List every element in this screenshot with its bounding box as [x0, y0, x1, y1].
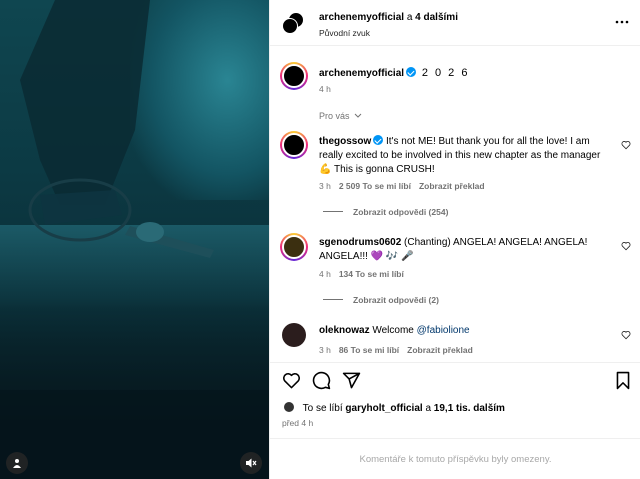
- comment-mention[interactable]: @fabiolione: [417, 325, 470, 336]
- share-icon[interactable]: [342, 371, 361, 390]
- comment-likes[interactable]: 86 To se mi líbí: [339, 345, 399, 355]
- comment-meta: 3 h 2 509 To se mi líbí Zobrazit překlad: [319, 181, 485, 191]
- heart-icon[interactable]: [282, 371, 301, 390]
- comment-author[interactable]: thegossow: [319, 136, 371, 147]
- comment-meta: 3 h 86 To se mi líbí Zobrazit překlad: [319, 345, 473, 355]
- comment-avatar[interactable]: [280, 233, 308, 261]
- caption-text: 2 0 2 6: [421, 67, 470, 79]
- comment-icon[interactable]: [312, 371, 331, 390]
- view-replies[interactable]: Zobrazit odpovědi (254): [323, 207, 448, 217]
- heart-icon[interactable]: [621, 241, 631, 251]
- comment-avatar[interactable]: [282, 323, 306, 347]
- comment-body: thegossow It's not ME! But thank you for…: [319, 135, 609, 177]
- comment-likes[interactable]: 2 509 To se mi líbí: [339, 181, 411, 191]
- liked-by-user[interactable]: garyholt_official: [345, 403, 422, 414]
- header-names: archenemyofficial a 4 dalšími: [319, 12, 458, 23]
- translate-link[interactable]: Zobrazit překlad: [419, 181, 485, 191]
- chevron-down-icon: [354, 113, 362, 118]
- liked-by-prefix: To se líbí: [302, 403, 343, 414]
- caption: archenemyofficial 2 0 2 6: [319, 67, 469, 79]
- comment-body: oleknowaz Welcome @fabiolione: [319, 324, 609, 338]
- caption-avatar[interactable]: [280, 62, 308, 90]
- media-scene: [0, 0, 269, 479]
- more-icon[interactable]: [615, 15, 629, 29]
- user-icon: [13, 459, 21, 468]
- comment-author[interactable]: sgenodrums0602: [319, 237, 401, 248]
- comment-author[interactable]: oleknowaz: [319, 325, 370, 336]
- comment-body: sgenodrums0602 (Chanting) ANGELA! ANGELA…: [319, 236, 609, 264]
- translate-link[interactable]: Zobrazit překlad: [407, 345, 473, 355]
- liked-by: To se líbí garyholt_official a 19,1 tis.…: [284, 402, 505, 414]
- view-replies[interactable]: Zobrazit odpovědi (2): [323, 295, 439, 305]
- comment-meta: 4 h 134 To se mi líbí: [319, 269, 404, 279]
- comment-time: 3 h: [319, 345, 331, 355]
- audio-link[interactable]: Původní zvuk: [319, 28, 370, 38]
- header-others[interactable]: 4 dalšími: [415, 12, 458, 23]
- heart-icon[interactable]: [621, 140, 631, 150]
- for-you-label: Pro vás: [319, 111, 350, 121]
- collab-avatars[interactable]: [282, 12, 304, 34]
- comments-limited-notice: Komentáře k tomuto příspěvku byly omezen…: [270, 438, 640, 479]
- caption-author[interactable]: archenemyofficial: [319, 68, 404, 79]
- post-time: před 4 h: [282, 418, 314, 428]
- liked-by-connector: a: [425, 403, 432, 414]
- bookmark-icon[interactable]: [615, 371, 631, 390]
- for-you-filter[interactable]: Pro vás: [319, 111, 362, 121]
- tagged-users-button[interactable]: [6, 452, 28, 474]
- verified-icon: [406, 67, 417, 77]
- speaker-muted-icon: [246, 458, 257, 468]
- comment-likes[interactable]: 134 To se mi líbí: [339, 269, 404, 279]
- comment-time: 4 h: [319, 269, 331, 279]
- caption-time: 4 h: [319, 84, 331, 94]
- heart-icon[interactable]: [621, 330, 631, 340]
- post-media[interactable]: [0, 0, 269, 479]
- post-side-panel: archenemyofficial a 4 dalšími Původní zv…: [269, 0, 640, 479]
- header-author[interactable]: archenemyofficial: [319, 12, 404, 23]
- liker-avatar[interactable]: [284, 402, 294, 412]
- post-header: archenemyofficial a 4 dalšími Původní zv…: [270, 0, 640, 46]
- comment-text: Welcome: [372, 325, 414, 336]
- mute-button[interactable]: [240, 452, 262, 474]
- verified-icon: [373, 135, 384, 145]
- liked-by-count[interactable]: 19,1 tis. dalším: [434, 403, 505, 414]
- comment-time: 3 h: [319, 181, 331, 191]
- header-connector: a: [406, 12, 413, 23]
- comment-avatar[interactable]: [280, 131, 308, 159]
